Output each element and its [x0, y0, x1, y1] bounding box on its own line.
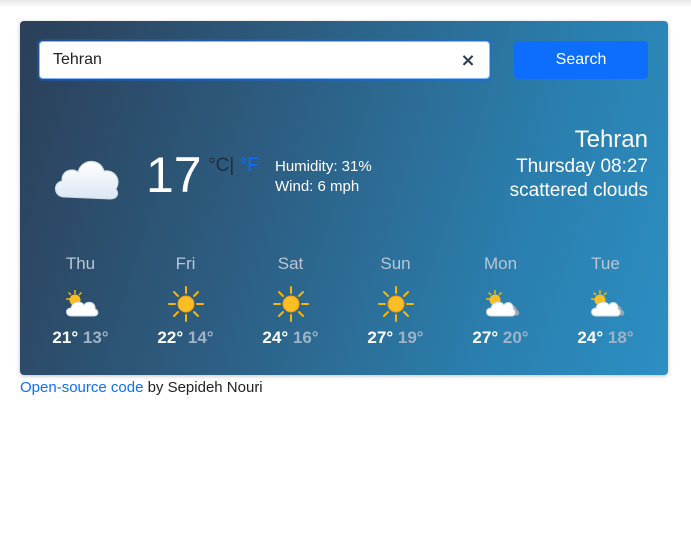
- forecast-day: Tue 24° 18°: [553, 254, 658, 348]
- forecast-day-name: Thu: [65, 254, 96, 273]
- forecast-day-name: Fri: [175, 254, 196, 273]
- forecast-low: 14°: [187, 328, 214, 347]
- forecast-day-name: Tue: [591, 254, 620, 273]
- forecast-high: 24°: [577, 328, 604, 347]
- weather-card: × Search 17 °C| °F Humidity: 31% Wind: 6…: [20, 21, 668, 375]
- sun-behind-cloud-icon: [485, 290, 519, 317]
- fahrenheit-unit-link[interactable]: °F: [240, 155, 259, 176]
- sun-behind-cloud-icon: [65, 290, 98, 317]
- city-search-input[interactable]: [39, 41, 490, 79]
- forecast-low: 16°: [292, 328, 319, 347]
- forecast-temps: 27° 19°: [343, 328, 448, 348]
- location-info: Tehran Thursday 08:27 scattered clouds: [388, 125, 648, 203]
- forecast-temps: 22° 14°: [133, 328, 238, 348]
- cloud-icon: [55, 160, 119, 200]
- unit-separator: |: [229, 155, 235, 176]
- footer-credit: Open-source code by Sepideh Nouri: [20, 378, 263, 398]
- footer-author: by Sepideh Nouri: [143, 379, 263, 396]
- forecast-day-name: Mon: [483, 254, 518, 273]
- weather-details: Humidity: 31% Wind: 6 mph: [275, 157, 372, 197]
- forecast-day: Sun 27° 19°: [343, 254, 448, 348]
- forecast-temps: 24° 18°: [553, 328, 658, 348]
- forecast-temps: 21° 13°: [28, 328, 133, 348]
- forecast-low: 18°: [607, 328, 634, 347]
- sun-icon: [272, 286, 309, 322]
- forecast-temps: 24° 16°: [238, 328, 343, 348]
- forecast-day: Sat 24° 16°: [238, 254, 343, 348]
- forecast-high: 24°: [262, 328, 289, 347]
- forecast-high: 22°: [157, 328, 184, 347]
- sun-behind-cloud-icon: [590, 290, 624, 317]
- celsius-unit-link[interactable]: °C: [208, 155, 229, 176]
- forecast-day-name: Sat: [277, 254, 304, 273]
- forecast-temps: 27° 20°: [448, 328, 553, 348]
- open-source-code-link[interactable]: Open-source code: [20, 379, 143, 396]
- sun-icon: [167, 286, 204, 322]
- forecast-day: Thu 21° 13°: [28, 254, 133, 348]
- humidity-text: Humidity: 31%: [275, 158, 372, 175]
- forecast-high: 27°: [472, 328, 499, 347]
- current-temperature: 17: [146, 147, 202, 203]
- forecast-low: 20°: [502, 328, 529, 347]
- forecast-row: Thu 21° 13° Fri 22° 14° Sat 24° 16° Sun …: [28, 254, 660, 354]
- wind-text: Wind: 6 mph: [275, 178, 360, 195]
- search-button[interactable]: Search: [514, 41, 648, 79]
- city-name: Tehran: [574, 126, 648, 153]
- forecast-day: Mon 27° 20°: [448, 254, 553, 348]
- clear-search-icon[interactable]: ×: [458, 51, 478, 71]
- forecast-low: 13°: [82, 328, 109, 347]
- forecast-high: 27°: [367, 328, 394, 347]
- forecast-day: Fri 22° 14°: [133, 254, 238, 348]
- forecast-day-name: Sun: [380, 254, 411, 273]
- date-time: Thursday 08:27: [515, 156, 648, 177]
- weather-description: scattered clouds: [509, 180, 648, 201]
- sun-icon: [377, 286, 414, 322]
- top-shadow-bar: [0, 0, 691, 8]
- unit-toggle: °C| °F: [208, 155, 259, 177]
- forecast-high: 21°: [52, 328, 79, 347]
- forecast-low: 19°: [397, 328, 424, 347]
